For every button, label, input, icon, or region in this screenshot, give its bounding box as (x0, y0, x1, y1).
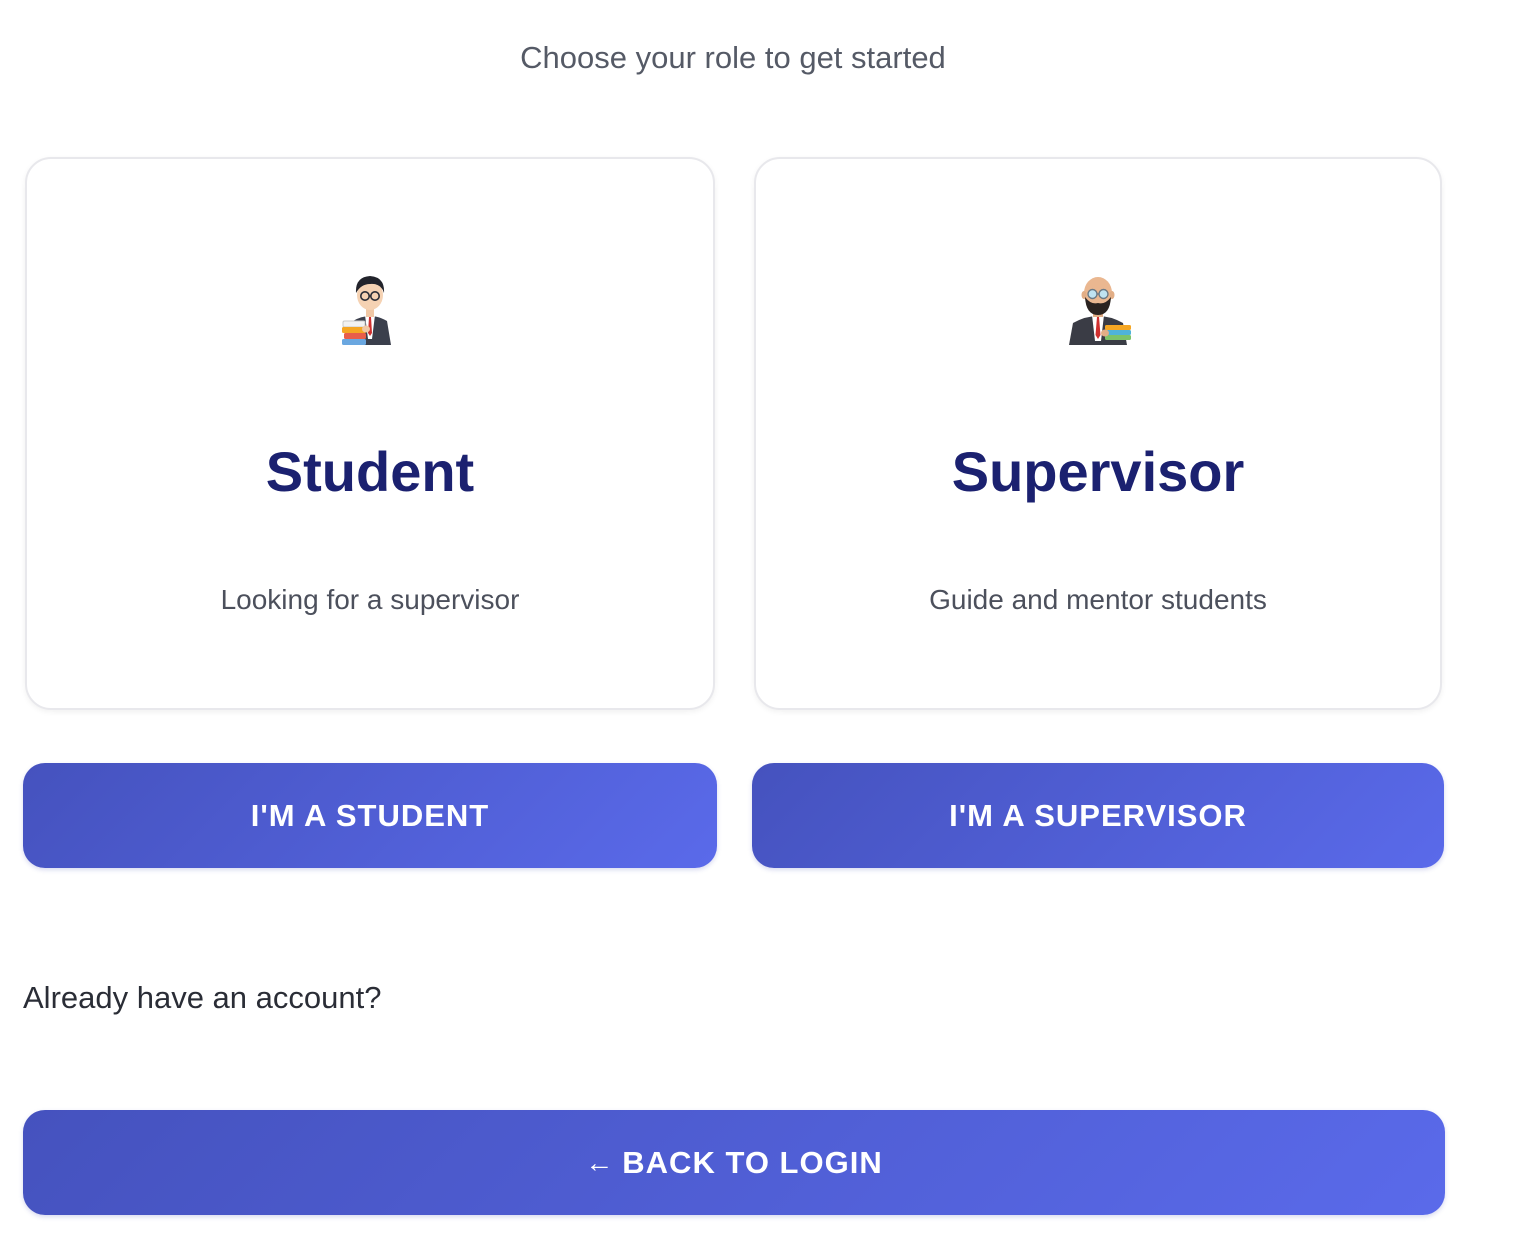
student-avatar-icon (342, 276, 391, 345)
im-a-supervisor-button[interactable]: I'M A SUPERVISOR (752, 763, 1444, 868)
im-a-student-button[interactable]: I'M A STUDENT (23, 763, 717, 868)
supervisor-avatar-icon (1069, 277, 1131, 345)
student-title: Student (265, 440, 475, 503)
page-subtitle: Choose your role to get started (520, 40, 946, 75)
supervisor-title: Supervisor (951, 440, 1245, 503)
already-have-account-text: Already have an account? (23, 980, 382, 1015)
back-to-login-label: BACK TO LOGIN (622, 1144, 883, 1180)
student-description: Looking for a supervisor (220, 584, 520, 615)
student-role-card[interactable]: Student Looking for a supervisor (25, 157, 715, 710)
supervisor-role-card[interactable]: Supervisor Guide and mentor students (754, 157, 1442, 710)
arrow-left-icon: ← (585, 1146, 615, 1178)
supervisor-description: Guide and mentor students (929, 584, 1267, 615)
back-to-login-button[interactable]: ← BACK TO LOGIN (23, 1110, 1445, 1215)
role-selection-page: Choose your role to get started Student … (0, 0, 1516, 1260)
